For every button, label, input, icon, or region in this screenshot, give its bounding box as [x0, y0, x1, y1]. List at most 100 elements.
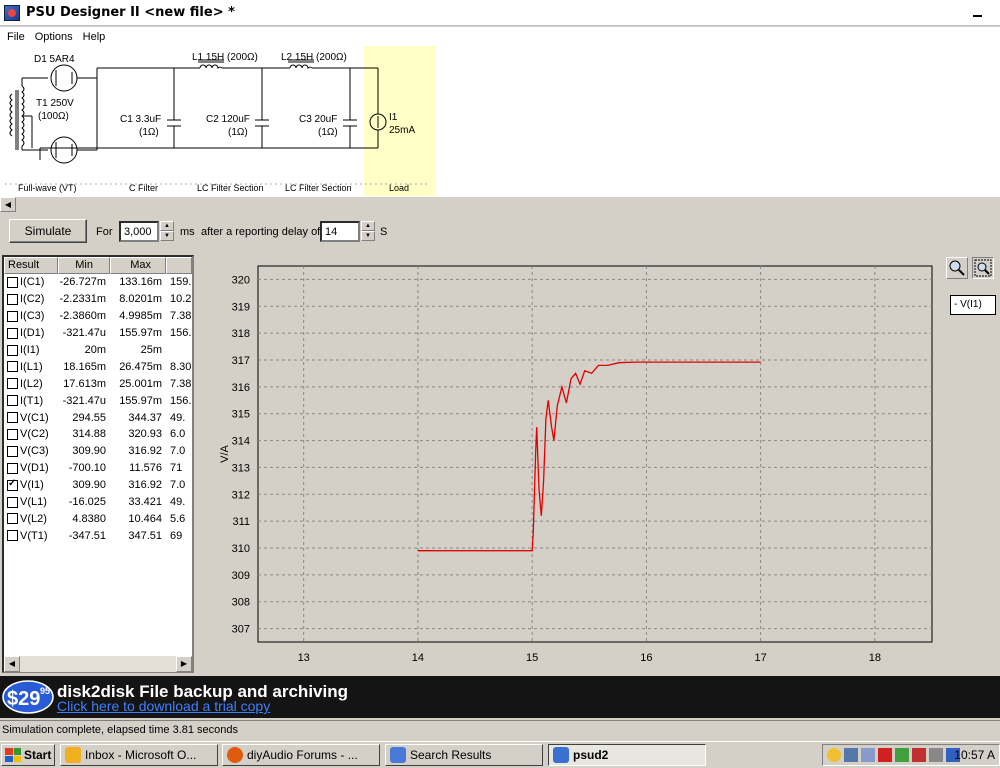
c3-resistance: (1Ω) [318, 127, 338, 138]
result-checkbox[interactable] [7, 496, 18, 508]
result-row[interactable]: V(C3) 309.90 316.92 7.0 [4, 443, 192, 460]
results-list[interactable]: Result Min Max I(C1) -26.727m 133.16m 159. I… [2, 255, 194, 673]
result-min: 17.613m [63, 377, 106, 390]
s-label: S [380, 226, 388, 238]
tray-icon-1[interactable] [827, 748, 841, 762]
result-row[interactable]: V(T1) -347.51 347.51 69 [4, 527, 192, 544]
tray-display-icon[interactable] [861, 748, 875, 762]
result-checkbox[interactable] [7, 513, 18, 525]
result-checkbox[interactable] [7, 327, 18, 339]
result-row[interactable]: V(L1) -16.025 33.421 49. [4, 494, 192, 511]
result-name: I(C1) [20, 276, 45, 289]
result-max: 4.9985m [119, 310, 162, 323]
result-name-cell: I(L1) [4, 361, 58, 373]
section-fullwave: Full-wave (VT) [18, 183, 77, 193]
result-checkbox[interactable] [7, 462, 18, 474]
price-badge[interactable]: $29 95 [2, 680, 54, 714]
x-tick-label: 15 [526, 652, 538, 664]
result-extra: 49. [170, 496, 186, 509]
plot-area [257, 265, 933, 643]
result-name-cell: V(C3) [4, 445, 58, 457]
task-search-label: Search Results [410, 748, 492, 762]
result-row[interactable]: V(I1) 309.90 316.92 7.0 [4, 477, 192, 494]
result-checkbox[interactable] [7, 361, 18, 373]
start-button[interactable]: Start [1, 744, 55, 766]
delay-spinner[interactable]: ▲ ▼ [361, 221, 375, 242]
scroll-right-icon[interactable]: ▶ [176, 656, 192, 672]
tray-network-icon[interactable] [844, 748, 858, 762]
c2-label: C2 120uF [206, 114, 250, 125]
scroll-left-icon[interactable]: ◀ [4, 656, 20, 672]
result-checkbox[interactable] [7, 344, 18, 356]
result-checkbox[interactable] [7, 478, 18, 491]
result-extra: 49. [170, 411, 186, 424]
duration-input[interactable] [119, 221, 159, 242]
task-psud2[interactable]: psud2 [548, 744, 706, 766]
tray-update-icon[interactable] [895, 748, 909, 762]
result-row[interactable]: I(D1) -321.47u 155.97m 156. [4, 325, 192, 342]
menu-help[interactable]: Help [78, 31, 111, 43]
minimize-button[interactable] [970, 5, 986, 19]
result-checkbox[interactable] [7, 395, 18, 407]
zoom-in-button[interactable] [946, 257, 968, 279]
result-checkbox[interactable] [7, 445, 18, 457]
result-row[interactable]: I(L1) 18.165m 26.475m 8.30 [4, 358, 192, 375]
result-min: -26.727m [59, 276, 106, 289]
result-row[interactable]: I(C3) -2.3860m 4.9985m 7.38 [4, 308, 192, 325]
result-max: 155.97m [119, 394, 162, 407]
result-row[interactable]: I(T1) -321.47u 155.97m 156. [4, 392, 192, 409]
result-checkbox[interactable] [7, 428, 18, 440]
result-checkbox[interactable] [7, 412, 18, 424]
result-checkbox[interactable] [7, 530, 18, 542]
y-tick-label: 308 [232, 597, 250, 609]
result-extra: 10.2 [170, 293, 192, 306]
result-extra: 5.6 [170, 512, 186, 525]
result-row[interactable]: V(D1) -700.10 11.576 71 [4, 460, 192, 477]
result-name: V(T1) [20, 529, 48, 542]
header-min[interactable]: Min [58, 257, 110, 274]
tray-security-icon[interactable] [878, 748, 892, 762]
result-row[interactable]: I(C2) -2.2331m 8.0201m 10.2 [4, 291, 192, 308]
result-row[interactable]: I(L2) 17.613m 25.001m 7.38 [4, 375, 192, 392]
result-row[interactable]: I(I1) 20m 25m [4, 342, 192, 359]
result-name-cell: I(C1) [4, 276, 58, 288]
header-max[interactable]: Max [110, 257, 166, 274]
zoom-region-button[interactable] [972, 257, 994, 279]
delay-input[interactable] [320, 221, 360, 242]
task-diyaudio[interactable]: diyAudio Forums - ... [222, 744, 380, 766]
schematic-scrollbar[interactable]: ◀ [0, 196, 1000, 212]
result-row[interactable]: I(C1) -26.727m 133.16m 159. [4, 274, 192, 291]
task-search-results[interactable]: Search Results [385, 744, 543, 766]
title-bar: PSU Designer II <new file> * [0, 0, 1000, 26]
menu-file[interactable]: File [2, 31, 30, 43]
task-inbox[interactable]: Inbox - Microsoft O... [60, 744, 218, 766]
tray-tool-icon[interactable] [929, 748, 943, 762]
results-header: Result Min Max [4, 257, 192, 274]
result-row[interactable]: V(L2) 4.8380 10.464 5.6 [4, 510, 192, 527]
duration-spinner[interactable]: ▲ ▼ [160, 221, 174, 242]
circuit-schematic[interactable]: D1 5AR4 T1 250V (100Ω) L1 15H (200Ω) L2 … [0, 46, 1000, 196]
result-row[interactable]: V(C1) 294.55 344.37 49. [4, 409, 192, 426]
task-inbox-label: Inbox - Microsoft O... [85, 748, 197, 762]
search-window-icon [390, 747, 406, 763]
result-row[interactable]: V(C2) 314.88 320.93 6.0 [4, 426, 192, 443]
results-scrollbar[interactable]: ◀ ▶ [4, 656, 192, 672]
result-name: I(D1) [20, 327, 45, 340]
ad-download-link[interactable]: Click here to download a trial copy [57, 698, 270, 714]
voltage-chart[interactable]: 13 14 15 16 17 18 307 308 309 310 311 312 313 314 315 3… [196, 255, 1000, 673]
header-extra[interactable] [166, 257, 192, 274]
tray-pdf-icon[interactable] [912, 748, 926, 762]
result-checkbox[interactable] [7, 310, 18, 322]
result-checkbox[interactable] [7, 378, 18, 390]
simulate-button[interactable]: Simulate [9, 219, 87, 243]
menu-options[interactable]: Options [30, 31, 78, 43]
result-checkbox[interactable] [7, 276, 18, 288]
result-max: 316.92 [128, 445, 162, 458]
app-icon [4, 4, 20, 21]
scroll-left-icon[interactable]: ◀ [0, 197, 16, 212]
header-result[interactable]: Result [4, 257, 58, 274]
result-name-cell: I(C3) [4, 310, 58, 322]
result-name-cell: V(D1) [4, 462, 58, 474]
result-name: I(C3) [20, 310, 45, 323]
result-checkbox[interactable] [7, 293, 18, 305]
